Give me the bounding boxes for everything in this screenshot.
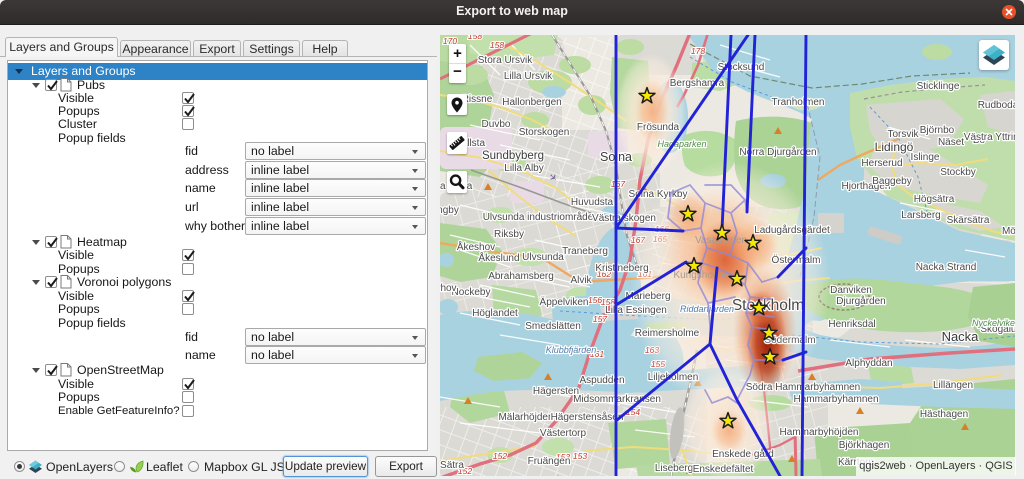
svg-text:Lilla Alby: Lilla Alby bbox=[504, 163, 543, 174]
svg-text:Björnbo: Björnbo bbox=[920, 125, 955, 136]
svg-text:Stockby: Stockby bbox=[940, 167, 976, 178]
svg-text:Mälarhöjden: Mälarhöjden bbox=[498, 412, 553, 423]
svg-text:yhov: yhov bbox=[440, 283, 457, 294]
svg-text:Baggeby: Baggeby bbox=[872, 176, 911, 187]
svg-text:Alvik: Alvik bbox=[570, 275, 592, 286]
svg-text:Duvbo: Duvbo bbox=[482, 119, 511, 130]
svg-text:Storskogen: Storskogen bbox=[519, 127, 570, 138]
svg-text:ngby: ngby bbox=[440, 205, 459, 216]
svg-text:Abrahamsberg: Abrahamsberg bbox=[488, 271, 554, 282]
svg-text:153: 153 bbox=[573, 451, 587, 461]
svg-text:Islinge: Islinge bbox=[911, 152, 940, 163]
svg-text:Tranholmen: Tranholmen bbox=[772, 97, 825, 108]
svg-text:Larsberg: Larsberg bbox=[901, 210, 940, 221]
svg-text:Höglandet: Höglandet bbox=[472, 308, 518, 319]
svg-text:Liseberg: Liseberg bbox=[655, 463, 693, 474]
svg-text:Högsätra: Högsätra bbox=[914, 194, 955, 205]
svg-text:Traneberg: Traneberg bbox=[562, 246, 608, 257]
svg-text:Möl: Möl bbox=[1002, 226, 1015, 237]
svg-text:178: 178 bbox=[691, 46, 705, 56]
svg-text:Huvudsta: Huvudsta bbox=[571, 197, 614, 208]
svg-text:Danviken: Danviken bbox=[830, 285, 872, 296]
svg-text:Lidingö: Lidingö bbox=[875, 140, 914, 154]
svg-text:Klubbfjärden: Klubbfjärden bbox=[546, 345, 597, 355]
svg-text:Herserud: Herserud bbox=[861, 158, 902, 169]
svg-text:Nacka: Nacka bbox=[942, 329, 980, 344]
svg-text:Hallonbergen: Hallonbergen bbox=[502, 97, 562, 108]
svg-text:Sätra: Sätra bbox=[440, 460, 464, 471]
svg-text:Sundbyberg: Sundbyberg bbox=[482, 150, 544, 162]
svg-text:Hagaparken: Hagaparken bbox=[657, 139, 706, 149]
svg-text:Lilla Ursvik: Lilla Ursvik bbox=[504, 71, 553, 82]
svg-text:156: 156 bbox=[588, 295, 602, 305]
svg-text:Aspudden: Aspudden bbox=[579, 375, 624, 386]
svg-text:Hammarbyhamnen: Hammarbyhamnen bbox=[793, 394, 878, 405]
svg-text:Åkeshov: Åkeshov bbox=[457, 240, 495, 253]
svg-text:Nyckelviken: Nyckelviken bbox=[972, 318, 1015, 328]
svg-text:167: 167 bbox=[611, 179, 625, 189]
svg-text:Rudboda: Rudboda bbox=[978, 100, 1015, 111]
svg-text:Västra Yttring: Västra Yttring bbox=[964, 132, 1015, 143]
svg-text:Lillängen: Lillängen bbox=[933, 380, 973, 391]
svg-text:152: 152 bbox=[493, 451, 507, 461]
svg-text:Riddarfjärden: Riddarfjärden bbox=[680, 304, 734, 314]
svg-text:Hägerstensåsen: Hägerstensåsen bbox=[551, 411, 624, 423]
svg-text:Sticklinge: Sticklinge bbox=[917, 81, 960, 92]
svg-text:158: 158 bbox=[468, 35, 482, 41]
svg-text:Hästhagen: Hästhagen bbox=[920, 409, 968, 420]
svg-text:Enskedefältet: Enskedefältet bbox=[693, 464, 754, 475]
svg-text:Torsvik: Torsvik bbox=[887, 129, 919, 140]
svg-text:Fruängen: Fruängen bbox=[528, 456, 571, 467]
svg-text:Lilla Essingen: Lilla Essingen bbox=[605, 305, 667, 316]
svg-text:Äppelviken: Äppelviken bbox=[540, 296, 589, 308]
svg-text:158: 158 bbox=[490, 40, 504, 50]
svg-text:Ladugårdsgärdet: Ladugårdsgärdet bbox=[754, 224, 830, 236]
svg-text:Västertorp: Västertorp bbox=[540, 428, 587, 439]
svg-text:Frösunda: Frösunda bbox=[637, 122, 680, 133]
svg-text:Åkeslund: Åkeslund bbox=[478, 251, 519, 264]
svg-text:Alphyddan: Alphyddan bbox=[845, 358, 892, 369]
svg-text:Hammarbyhöjden: Hammarbyhöjden bbox=[780, 427, 859, 438]
svg-text:Ulvsunda: Ulvsunda bbox=[522, 252, 564, 263]
svg-text:Björkhagen: Björkhagen bbox=[839, 440, 890, 451]
svg-text:Näset: Näset bbox=[938, 137, 964, 148]
svg-text:Smedslätten: Smedslätten bbox=[525, 321, 581, 332]
svg-text:Nacka Strand: Nacka Strand bbox=[916, 262, 977, 273]
svg-text:Riksby: Riksby bbox=[494, 229, 524, 240]
svg-text:Kristineberg: Kristineberg bbox=[595, 263, 648, 274]
svg-text:Henriksdal: Henriksdal bbox=[828, 319, 875, 330]
svg-text:Reimersholme: Reimersholme bbox=[635, 328, 700, 339]
svg-text:Djurgården: Djurgården bbox=[836, 295, 885, 307]
svg-text:Skärsätra: Skärsätra bbox=[947, 215, 990, 226]
svg-text:Nockeby: Nockeby bbox=[452, 287, 491, 298]
svg-text:Ulvsunda industriområde: Ulvsunda industriområde bbox=[483, 211, 594, 223]
svg-text:Stora Ursvik: Stora Ursvik bbox=[478, 55, 533, 66]
